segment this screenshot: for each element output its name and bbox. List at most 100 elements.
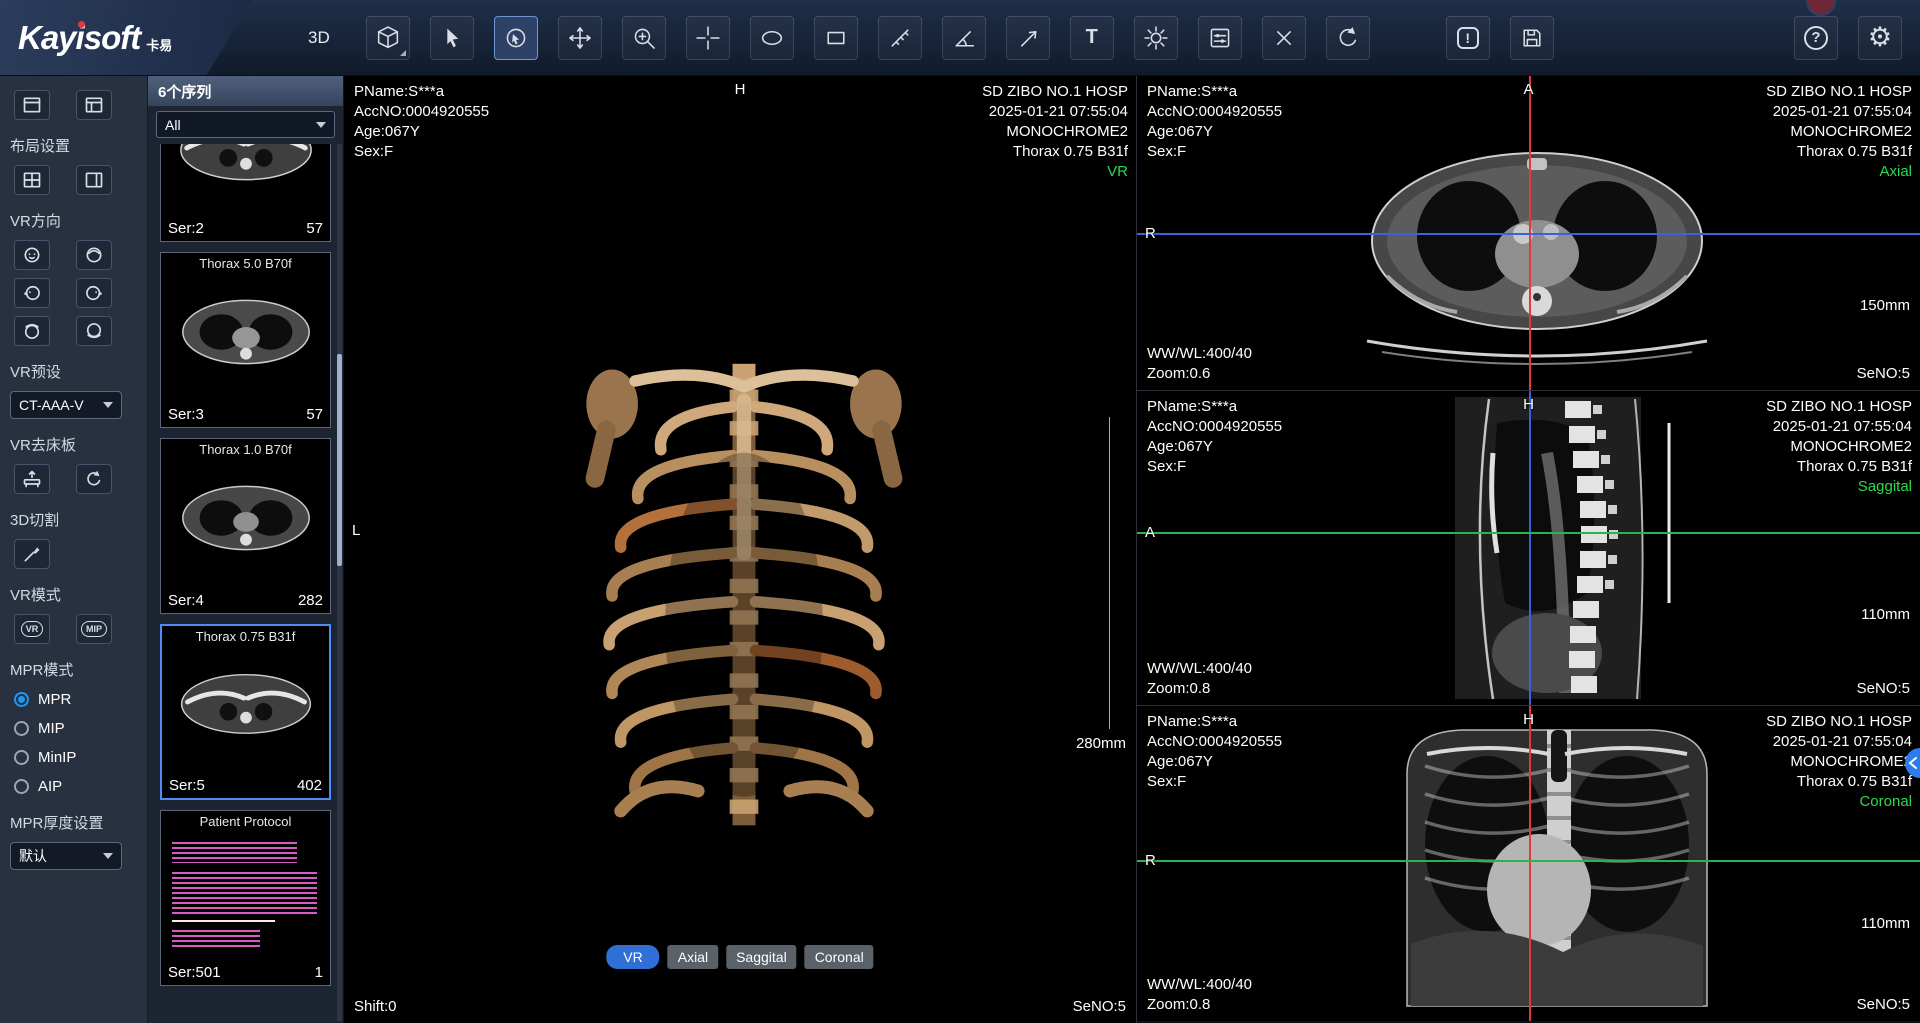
series-thumbnail-image [167,275,325,385]
save-tool-button[interactable] [1510,16,1554,60]
vr-bed-label: VR去床板 [0,423,147,460]
vr-viewport[interactable]: PName:S***a AccNO:0004920555 Age:067Y Se… [344,76,1136,1023]
bed-reset-button[interactable] [76,464,112,494]
mpr-mode-label: MPR模式 [0,648,147,685]
rotate-3d-tool-button[interactable] [494,16,538,60]
mpr-column: PName:S***a AccNO:0004920555 Age:067Y Se… [1136,76,1920,1023]
head-left-button[interactable] [14,278,50,308]
head-front-button[interactable] [14,240,50,270]
series-scrollbar-thumb[interactable] [337,354,342,566]
help-icon: ? [1804,26,1828,50]
window-preset-icon [1206,24,1234,52]
scale-label: 110mm [1861,914,1910,934]
patient-info-overlay: PName:S***a AccNO:0004920555 Age:067Y Se… [1147,82,1282,162]
crosshair-vertical[interactable] [1529,706,1531,1021]
series-thumbnail[interactable]: Patient Protocol Ser:501 1 [160,810,331,986]
series-description: Thorax 0.75 B31f [1766,142,1912,162]
patient-name: PName:S***a [1147,712,1282,732]
head-right-button[interactable] [76,278,112,308]
mpr-option-minip[interactable]: MinIP [0,743,147,772]
angle-tool-button[interactable] [942,16,986,60]
vr-preset-select[interactable]: CT-AAA-V [10,391,122,419]
measure-tool-button[interactable] [878,16,922,60]
scalpel-button[interactable] [14,539,50,569]
remove-bed-button[interactable] [14,464,50,494]
series-no: SeNO:5 [1073,997,1126,1017]
vr-preset-value: CT-AAA-V [19,397,84,413]
tab-coronal[interactable]: Coronal [805,945,874,969]
mpr-option-mpr[interactable]: MPR [0,685,147,714]
mpr-thickness-select[interactable]: 默认 [10,842,122,870]
mpr-option-mip[interactable]: MIP [0,714,147,743]
orientation-marker-top: H [1523,395,1534,415]
series-filter-select[interactable]: All [156,111,335,138]
help-button[interactable]: ? [1794,16,1838,60]
mpr-option-aip[interactable]: AIP [0,772,147,801]
delete-tool-button[interactable] [1262,16,1306,60]
text-tool-icon: T [1086,26,1098,49]
vr-mode-mip-button[interactable]: MIP [76,614,112,644]
series-thumbnail-selected[interactable]: Thorax 0.75 B31f Ser:5 402 [160,624,331,800]
mip-badge-icon: MIP [81,621,107,637]
patient-sex: Sex:F [1147,457,1282,477]
crosshair-horizontal[interactable] [1137,532,1920,534]
head-back-button[interactable] [76,240,112,270]
layout-window-icon [21,95,43,115]
layout-window-button[interactable] [14,90,50,120]
series-thumbnail[interactable]: Ser:2 57 [160,144,331,242]
settings-button[interactable]: ⚙ [1858,16,1902,60]
crosshair-vertical[interactable] [1529,391,1531,705]
vr-mode-label: VR模式 [0,573,147,610]
scale-label: 150mm [1860,296,1910,316]
ellipse-roi-tool-button[interactable] [750,16,794,60]
series-thumbnail[interactable]: Thorax 1.0 B70f Ser:4 282 [160,438,331,614]
rect-roi-tool-button[interactable] [814,16,858,60]
scalpel-icon [21,544,43,564]
pointer-tool-button[interactable] [430,16,474,60]
series-thumbnail[interactable]: Thorax 5.0 B70f Ser:3 57 [160,252,331,428]
zoom-in-tool-button[interactable] [622,16,666,60]
window-preset-tool-button[interactable] [1198,16,1242,60]
layout-quad-button[interactable] [14,165,50,195]
tab-saggital[interactable]: Saggital [726,945,797,969]
saggital-viewport[interactable]: PName:S***a AccNO:0004920555 Age:067Y Se… [1137,391,1920,706]
arrow-annotation-tool-button[interactable] [1006,16,1050,60]
head-top-button[interactable] [14,316,50,346]
app-logo-cn: 卡易 [146,35,172,54]
layout-panel-button[interactable] [76,90,112,120]
crosshair-horizontal[interactable] [1137,233,1920,235]
volume-3d-icon [374,24,402,52]
localizer-tool-button[interactable] [686,16,730,60]
vr-rendering [529,331,959,861]
scale-label: 280mm [1076,734,1126,754]
mpr-option-label: MinIP [38,749,76,766]
app-logo-text: Kayisoft [18,19,140,57]
pan-tool-button[interactable] [558,16,602,60]
coronal-viewport[interactable]: PName:S***a AccNO:0004920555 Age:067Y Se… [1137,706,1920,1021]
layout-split-button[interactable] [76,165,112,195]
series-image-count: 282 [298,592,323,609]
series-title: Patient Protocol [161,811,330,831]
volume-3d-tool-button[interactable] [366,16,410,60]
study-info-overlay: SD ZIBO NO.1 HOSP 2025-01-21 07:55:04 MO… [1766,82,1912,182]
crosshair-horizontal[interactable] [1137,860,1920,862]
avatar[interactable] [1806,0,1836,16]
scale-ruler [1109,417,1110,730]
patient-sex: Sex:F [1147,772,1282,792]
reset-tool-button[interactable] [1326,16,1370,60]
series-scrollbar-track[interactable] [337,144,342,1021]
text-tool-button[interactable]: T [1070,16,1114,60]
radio-icon [14,721,29,736]
axial-viewport[interactable]: PName:S***a AccNO:0004920555 Age:067Y Se… [1137,76,1920,391]
tab-vr[interactable]: VR [606,945,659,969]
orientation-label: VR [982,162,1128,182]
vr-mode-vr-button[interactable]: VR [14,614,50,644]
prompt-tool-button[interactable]: ! [1446,16,1490,60]
window-info: WW/WL:400/40 Zoom:0.8 [1147,659,1252,699]
window-level-tool-button[interactable] [1134,16,1178,60]
chevron-left-icon [1908,757,1918,769]
series-description: Thorax 0.75 B31f [982,142,1128,162]
head-bottom-button[interactable] [76,316,112,346]
tab-axial[interactable]: Axial [668,945,718,969]
patient-accno: AccNO:0004920555 [1147,417,1282,437]
